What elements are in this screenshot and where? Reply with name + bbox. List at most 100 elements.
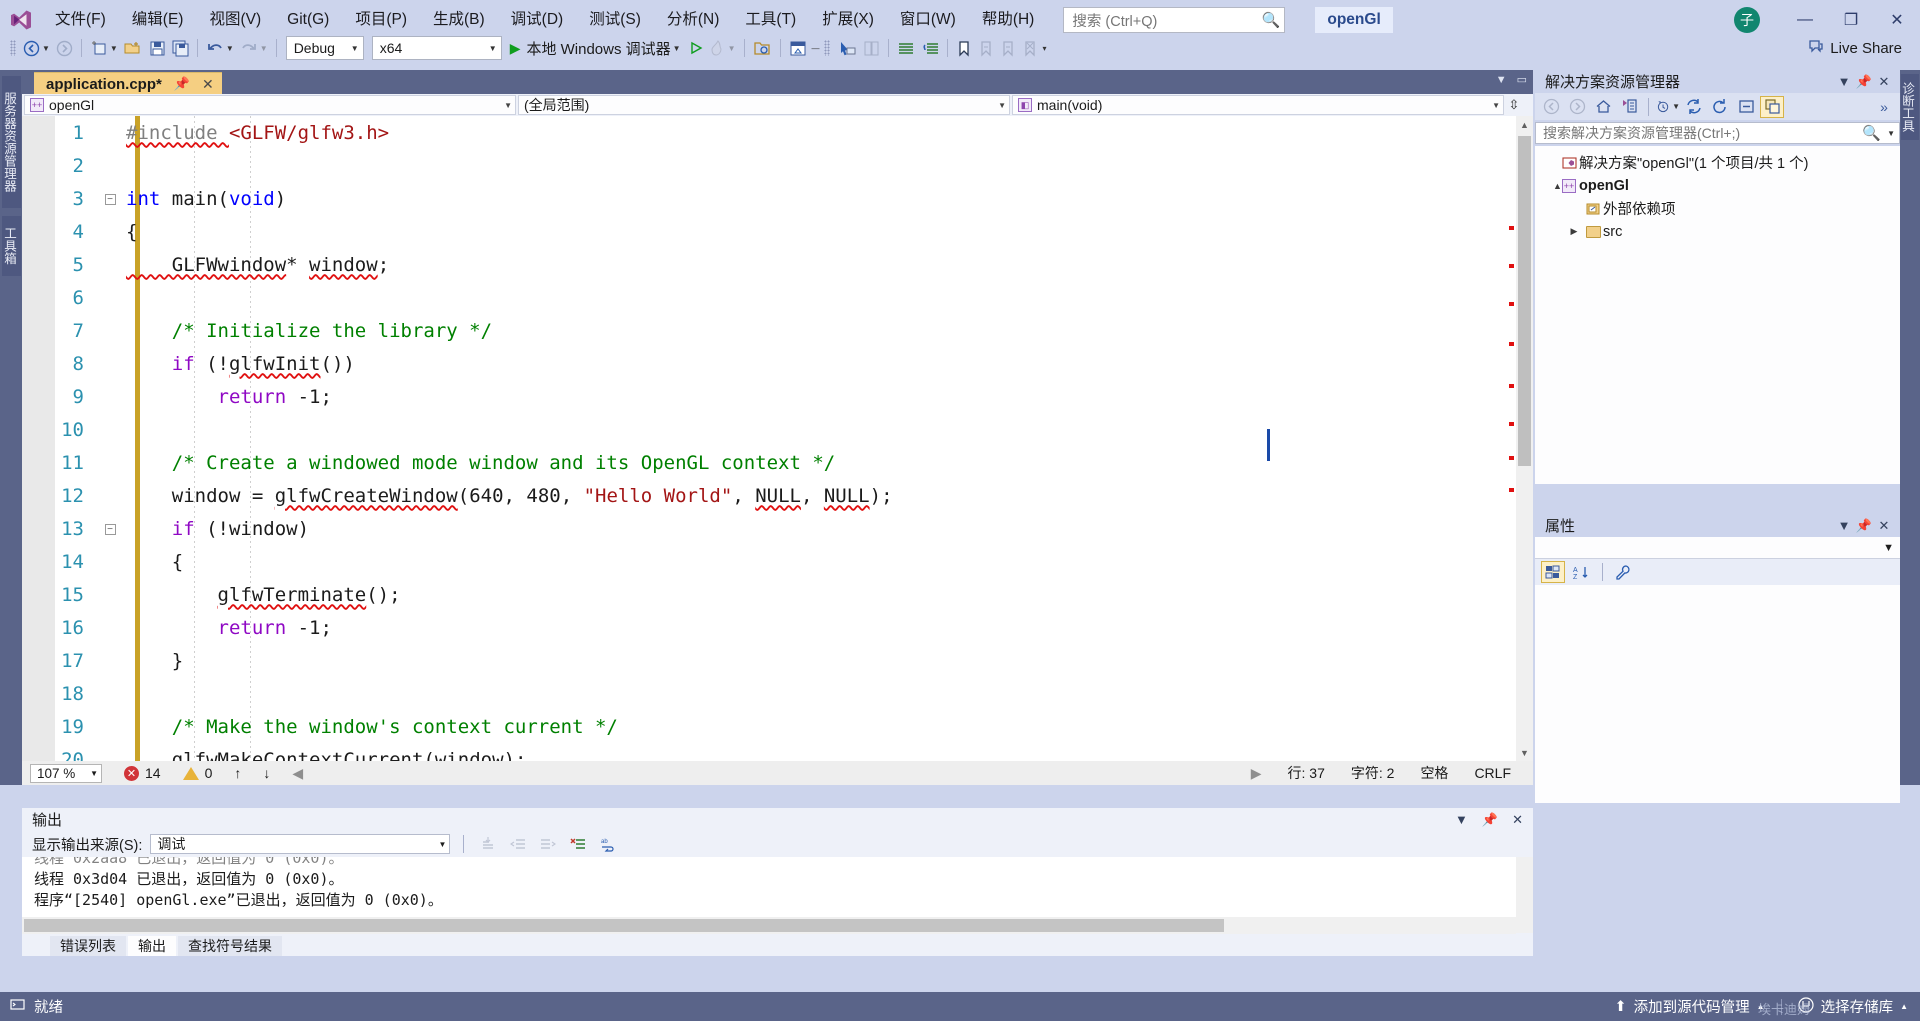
go-to-message-icon[interactable] bbox=[477, 831, 499, 857]
open-file-icon[interactable] bbox=[121, 35, 146, 61]
output-vertical-scrollbar[interactable] bbox=[1516, 857, 1533, 933]
start-without-debugging-icon[interactable] bbox=[685, 35, 707, 61]
chevron-down-icon[interactable]: ▼ bbox=[1672, 102, 1680, 111]
clear-bookmarks-icon[interactable] bbox=[1019, 35, 1041, 61]
previous-icon[interactable]: ◀ bbox=[292, 765, 303, 782]
sidebar-item-diagnostic-tools[interactable]: 诊断工具 bbox=[1900, 74, 1919, 140]
save-icon[interactable] bbox=[146, 35, 169, 61]
code-line[interactable]: 5 GLFWwindow* window; bbox=[22, 248, 1533, 281]
pending-changes-icon[interactable]: ▼ bbox=[1656, 96, 1680, 118]
chevron-down-icon[interactable]: ▼ bbox=[1455, 812, 1468, 827]
tree-item-project-opengl[interactable]: ▲ ++ openGl bbox=[1535, 174, 1900, 197]
folder-search-icon[interactable] bbox=[750, 35, 775, 61]
output-horizontal-scrollbar[interactable] bbox=[22, 917, 1516, 934]
close-icon[interactable]: ✕ bbox=[1512, 812, 1523, 828]
window-icon[interactable] bbox=[786, 35, 810, 61]
navigate-back-icon[interactable]: ▼ bbox=[20, 35, 53, 61]
tab-find-symbol-results[interactable]: 查找符号结果 bbox=[178, 936, 282, 956]
sync-with-active-document-icon[interactable] bbox=[1682, 96, 1706, 118]
add-to-source-control-button[interactable]: ⬆ 添加到源代码管理 ▲ bbox=[1615, 996, 1765, 1017]
document-tab-application-cpp[interactable]: application.cpp* 📌 ✕ bbox=[34, 72, 222, 95]
code-line[interactable]: 3 − int main(void) bbox=[22, 182, 1533, 215]
collapse-all-icon[interactable] bbox=[1734, 96, 1758, 118]
code-line[interactable]: 17 } bbox=[22, 644, 1533, 677]
tree-item-src[interactable]: ▶ src bbox=[1535, 220, 1900, 243]
warning-count[interactable]: 0 bbox=[182, 765, 212, 781]
code-line[interactable]: 9 return -1; bbox=[22, 380, 1533, 413]
navigate-back-icon[interactable] bbox=[1539, 96, 1563, 118]
next-bookmark-icon[interactable] bbox=[997, 35, 1019, 61]
solution-configuration-dropdown[interactable]: Debug ▼ bbox=[285, 36, 364, 60]
tree-item-solution[interactable]: 解决方案"openGl"(1 个项目/共 1 个) bbox=[1535, 151, 1900, 174]
code-line[interactable]: 18 bbox=[22, 677, 1533, 710]
indent-icon[interactable] bbox=[894, 35, 918, 61]
code-line[interactable]: 6 bbox=[22, 281, 1533, 314]
redo-icon[interactable]: ▼ bbox=[237, 35, 271, 61]
show-all-files-icon[interactable] bbox=[1760, 95, 1784, 118]
split-view-icon[interactable]: ⇳ bbox=[1506, 97, 1522, 113]
next-issue-button[interactable]: ↓ bbox=[263, 765, 270, 781]
close-icon[interactable]: ✕ bbox=[1874, 72, 1894, 92]
overflow-icon[interactable]: » bbox=[1872, 96, 1896, 118]
tree-expander-expanded[interactable]: ▲ bbox=[1541, 181, 1562, 191]
new-project-icon[interactable]: ▼ bbox=[87, 35, 121, 61]
save-all-icon[interactable] bbox=[169, 35, 192, 61]
overflow-icon[interactable]: ▾ bbox=[1043, 44, 1047, 53]
close-icon[interactable]: ✕ bbox=[1874, 516, 1894, 536]
bookmark-icon[interactable] bbox=[953, 35, 975, 61]
switch-views-icon[interactable] bbox=[1617, 96, 1641, 118]
search-icon[interactable]: 🔍 bbox=[1862, 124, 1881, 142]
previous-bookmark-icon[interactable] bbox=[975, 35, 997, 61]
code-line[interactable]: 12 window = glfwCreateWindow(640, 480, "… bbox=[22, 479, 1533, 512]
code-line[interactable]: 10 bbox=[22, 413, 1533, 446]
home-icon[interactable] bbox=[1591, 96, 1615, 118]
collapse-icon[interactable]: — bbox=[812, 44, 820, 53]
code-editor[interactable]: 1 #include <GLFW/glfw3.h> 2 3− int main(void… bbox=[22, 116, 1533, 761]
outdent-icon[interactable] bbox=[918, 35, 942, 61]
hot-reload-icon[interactable]: ▼ bbox=[707, 35, 739, 61]
chevron-down-icon[interactable]: ▼ bbox=[728, 44, 736, 53]
solution-explorer-search-input[interactable]: 搜索解决方案资源管理器(Ctrl+;) 🔍 ▼ bbox=[1535, 122, 1900, 144]
live-share-button[interactable]: Live Share bbox=[1808, 33, 1902, 63]
fold-minus-icon[interactable]: − bbox=[102, 193, 118, 205]
code-line[interactable]: 1 #include <GLFW/glfw3.h> bbox=[22, 116, 1533, 149]
chevron-down-icon[interactable]: ▼ bbox=[673, 44, 681, 53]
editor-vertical-scrollbar[interactable]: ▲ ▼ bbox=[1516, 116, 1533, 761]
pin-icon[interactable]: 📌 bbox=[1854, 72, 1874, 92]
sidebar-item-toolbox[interactable]: 工具箱 bbox=[2, 216, 21, 276]
document-tab-overflow[interactable]: ▼ ▭ bbox=[1496, 73, 1527, 87]
pin-icon[interactable]: 📌 bbox=[1482, 812, 1498, 828]
find-next-icon[interactable] bbox=[537, 831, 559, 857]
chevron-down-icon[interactable]: ▼ bbox=[110, 44, 118, 53]
indentation-indicator[interactable]: 空格 bbox=[1420, 763, 1448, 783]
pin-icon[interactable]: 📌 bbox=[1854, 516, 1874, 536]
line-ending-indicator[interactable]: CRLF bbox=[1474, 765, 1511, 781]
find-previous-icon[interactable] bbox=[507, 831, 529, 857]
tab-error-list[interactable]: 错误列表 bbox=[50, 936, 126, 956]
chevron-down-icon[interactable]: ▼ bbox=[226, 44, 234, 53]
refresh-icon[interactable] bbox=[1708, 96, 1732, 118]
select-repository-button[interactable]: 选择存储库 ▲ bbox=[1797, 996, 1908, 1017]
code-line[interactable]: 8 if (!glfwInit()) bbox=[22, 347, 1533, 380]
pin-icon[interactable]: 📌 bbox=[174, 76, 190, 92]
solution-platform-dropdown[interactable]: x64 ▼ bbox=[371, 36, 502, 60]
code-line[interactable]: 15 glfwTerminate(); bbox=[22, 578, 1533, 611]
alphabetical-icon[interactable]: AZ bbox=[1569, 561, 1593, 583]
compare-icon[interactable] bbox=[860, 35, 883, 61]
project-dropdown[interactable]: ++ openGl ▼ bbox=[24, 95, 516, 115]
undo-icon[interactable]: ▼ bbox=[203, 35, 237, 61]
chevron-down-icon[interactable]: ▼ bbox=[1496, 74, 1507, 86]
code-line[interactable]: 14 { bbox=[22, 545, 1533, 578]
zoom-level-dropdown[interactable]: 107 % ▼ bbox=[30, 763, 102, 783]
chevron-down-icon[interactable]: ▼ bbox=[1834, 72, 1854, 92]
tree-expander-collapsed[interactable]: ▶ bbox=[1565, 226, 1583, 237]
member-dropdown[interactable]: ◧ main(void) ▼ bbox=[1012, 95, 1504, 115]
solution-tree[interactable]: 解决方案"openGl"(1 个项目/共 1 个) ▲ ++ openGl 外部… bbox=[1535, 146, 1900, 484]
word-wrap-icon[interactable]: ab bbox=[597, 831, 619, 857]
navigate-forward-icon[interactable] bbox=[53, 35, 76, 61]
scrollbar-thumb[interactable] bbox=[24, 919, 1224, 932]
scroll-up-icon[interactable]: ▲ bbox=[1516, 116, 1533, 133]
clear-all-icon[interactable] bbox=[567, 831, 589, 857]
categorized-icon[interactable] bbox=[1541, 561, 1565, 583]
properties-icon[interactable] bbox=[1612, 561, 1636, 583]
